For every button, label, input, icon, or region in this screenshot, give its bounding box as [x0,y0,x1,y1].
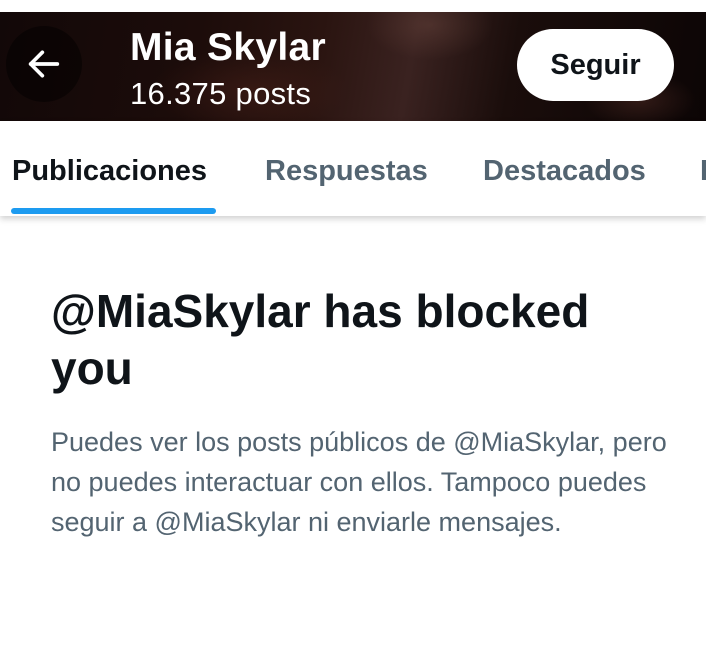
tab-destacados[interactable]: Destacados [483,155,646,188]
active-tab-indicator [11,208,216,214]
tab-publicaciones[interactable]: Publicaciones [12,155,207,188]
tab-respuestas[interactable]: Respuestas [265,155,428,188]
post-count: 16.375 posts [130,76,312,111]
arrow-left-icon [28,50,60,78]
tab-next-partial[interactable]: I [700,155,706,188]
blocked-title: @MiaSkylar has blocked you [51,285,590,394]
follow-button[interactable]: Seguir [517,29,674,101]
blocked-description: Puedes ver los posts públicos de @MiaSky… [51,427,667,537]
profile-tabs: Publicaciones Respuestas Destacados I [0,121,706,216]
back-button[interactable] [6,26,82,102]
profile-header: Mia Skylar 16.375 posts Seguir [0,0,706,121]
profile-name: Mia Skylar [130,26,326,69]
